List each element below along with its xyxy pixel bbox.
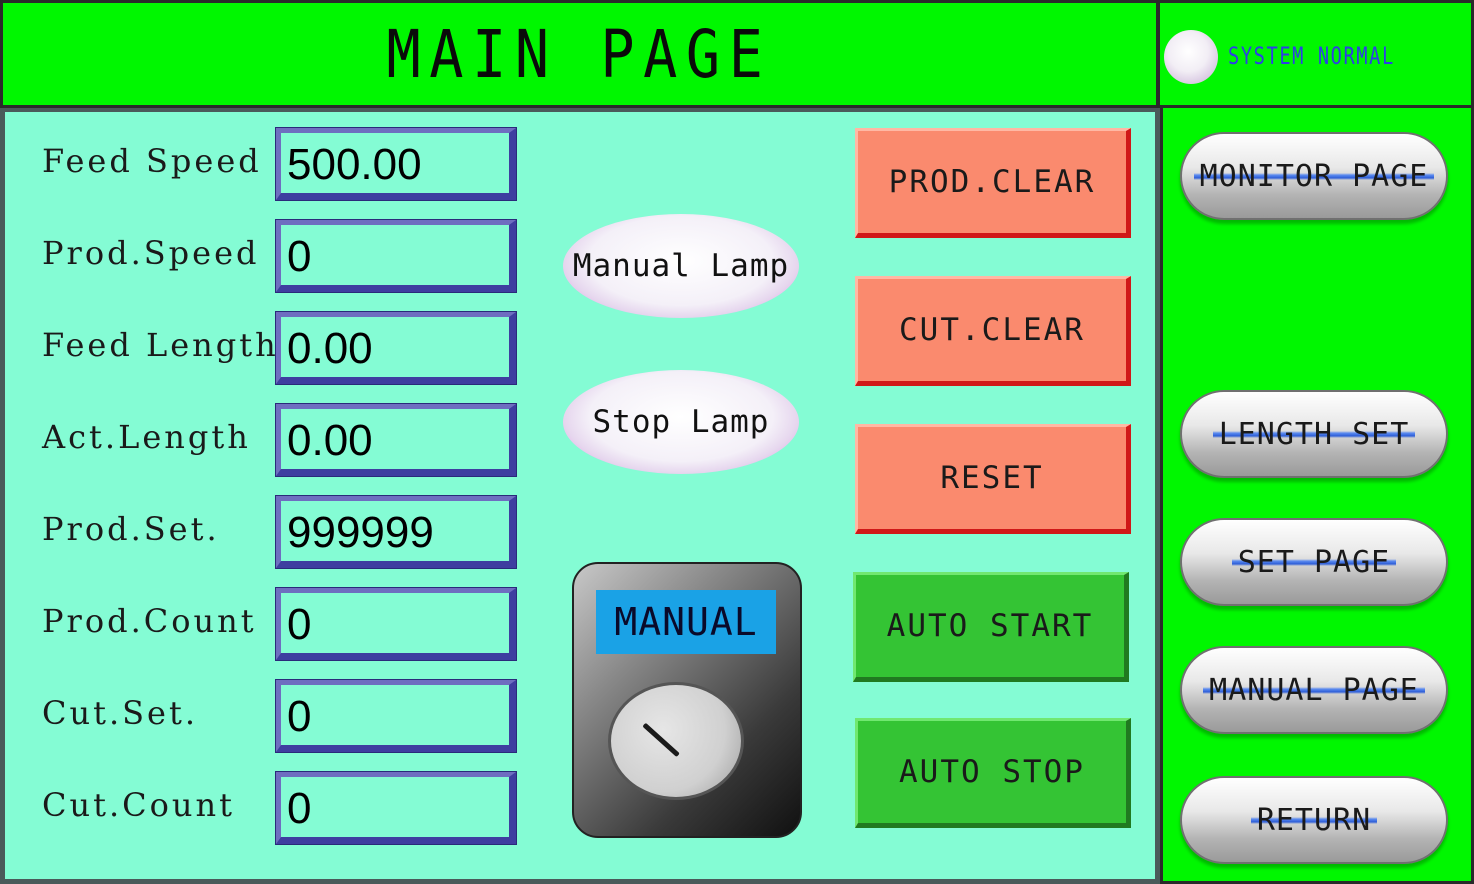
selector-knob-icon[interactable]: [608, 682, 744, 800]
page-title: MAIN PAGE: [386, 15, 772, 93]
auto-start-button[interactable]: AUTO START: [853, 572, 1129, 682]
stop-lamp: Stop Lamp: [563, 370, 799, 474]
prod-set-field[interactable]: 999999: [275, 495, 517, 569]
set-page-button[interactable]: SET PAGE: [1180, 518, 1448, 606]
feed-speed-label: Feed Speed: [42, 142, 262, 180]
length-set-label: LENGTH SET: [1212, 416, 1416, 452]
feed-length-label: Feed Length: [42, 326, 279, 364]
prod-count-field[interactable]: 0: [275, 587, 517, 661]
set-page-label: SET PAGE: [1231, 544, 1397, 580]
auto-stop-button[interactable]: AUTO STOP: [855, 718, 1131, 828]
cut-count-label: Cut.Count: [42, 786, 235, 824]
feed-length-field[interactable]: 0.00: [275, 311, 517, 385]
act-length-field[interactable]: 0.00: [275, 403, 517, 477]
act-length-label: Act.Length: [42, 418, 251, 456]
monitor-page-label: MONITOR PAGE: [1193, 158, 1435, 194]
feed-speed-field[interactable]: 500.00: [275, 127, 517, 201]
status-indicator-lamp: [1164, 30, 1218, 84]
monitor-page-button[interactable]: MONITOR PAGE: [1180, 132, 1448, 220]
prod-clear-button[interactable]: PROD.CLEAR: [855, 128, 1131, 238]
reset-button[interactable]: RESET: [855, 424, 1131, 534]
mode-label: MANUAL: [596, 590, 776, 654]
prod-count-label: Prod.Count: [42, 602, 257, 640]
prod-speed-label: Prod.Speed: [42, 234, 260, 272]
status-text: SYSTEM NORMAL: [1228, 42, 1395, 70]
cut-set-label: Cut.Set.: [42, 694, 199, 732]
manual-page-label: MANUAL PAGE: [1203, 672, 1425, 708]
manual-page-button[interactable]: MANUAL PAGE: [1180, 646, 1448, 734]
return-label: RETURN: [1250, 802, 1378, 838]
length-set-button[interactable]: LENGTH SET: [1180, 390, 1448, 478]
cut-set-field[interactable]: 0: [275, 679, 517, 753]
return-button[interactable]: RETURN: [1180, 776, 1448, 864]
nav-panel: [1160, 108, 1474, 884]
cut-count-field[interactable]: 0: [275, 771, 517, 845]
manual-lamp: Manual Lamp: [563, 214, 799, 318]
prod-set-label: Prod.Set.: [42, 510, 220, 548]
cut-clear-button[interactable]: CUT.CLEAR: [855, 276, 1131, 386]
prod-speed-field[interactable]: 0: [275, 219, 517, 293]
